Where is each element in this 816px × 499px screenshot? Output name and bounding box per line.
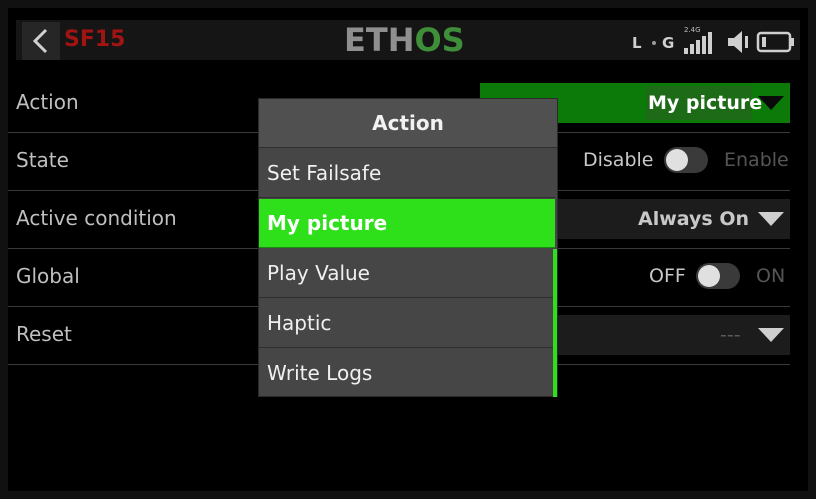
reset-value: ---	[720, 324, 741, 346]
telemetry-g-indicator: G	[662, 34, 675, 52]
global-toggle-knob	[698, 265, 720, 287]
modal-title: Action	[259, 99, 557, 148]
action-value: My picture	[648, 92, 763, 114]
triangle-down-icon	[758, 328, 784, 342]
screen: SF15 ETHOS L G 2.4G Action My picture St…	[8, 8, 808, 491]
option-write-logs[interactable]: Write Logs	[259, 349, 555, 398]
triangle-down-icon	[758, 212, 784, 226]
option-my-picture[interactable]: My picture	[259, 199, 555, 248]
battery-icon	[756, 31, 794, 53]
triangle-down-icon	[758, 96, 784, 110]
row-label-reset: Reset	[16, 322, 72, 346]
state-disable-label: Disable	[583, 149, 654, 171]
row-label-state: State	[16, 148, 69, 172]
state-toggle[interactable]	[664, 147, 708, 173]
speaker-icon	[728, 31, 748, 53]
dot-separator	[652, 41, 656, 45]
chevron-left-icon	[32, 28, 48, 54]
action-picker-modal: Action Set Failsafe My picture Play Valu…	[258, 98, 558, 397]
option-set-failsafe[interactable]: Set Failsafe	[259, 149, 555, 198]
header: SF15 ETHOS L G 2.4G	[8, 8, 808, 64]
active-condition-value: Always On	[638, 208, 749, 230]
row-label-active-condition: Active condition	[16, 206, 177, 230]
status-area: L G 2.4G	[630, 24, 800, 58]
state-toggle-knob	[666, 149, 688, 171]
global-off-label: OFF	[649, 265, 686, 287]
state-enable-label: Enable	[724, 149, 789, 171]
ethos-logo: ETHOS	[344, 21, 465, 59]
logo-part-os: OS	[414, 21, 465, 59]
option-play-value[interactable]: Play Value	[259, 249, 555, 298]
row-label-action: Action	[16, 90, 79, 114]
page-id: SF15	[64, 27, 126, 52]
global-on-label: ON	[756, 265, 786, 287]
global-toggle[interactable]	[696, 263, 740, 289]
telemetry-l-indicator: L	[632, 34, 642, 52]
modal-scrollbar[interactable]	[553, 249, 557, 397]
signal-bars-icon	[684, 24, 724, 58]
logo-part-eth: ETH	[344, 21, 415, 59]
option-haptic[interactable]: Haptic	[259, 299, 555, 348]
back-button[interactable]	[22, 22, 60, 60]
row-label-global: Global	[16, 264, 80, 288]
